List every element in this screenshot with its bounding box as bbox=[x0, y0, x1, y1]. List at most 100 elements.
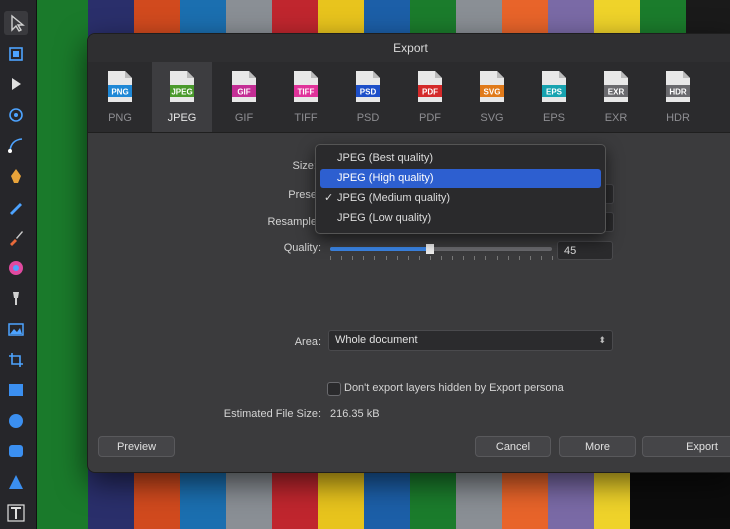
slider-thumb[interactable] bbox=[425, 244, 434, 254]
point-transform-icon[interactable] bbox=[4, 103, 28, 127]
preset-menu: JPEG (Best quality) JPEG (High quality) ✓ J… bbox=[315, 144, 606, 234]
cancel-button[interactable]: Cancel bbox=[475, 436, 551, 457]
svg-text:PNG: PNG bbox=[111, 88, 128, 97]
svg-text:GIF: GIF bbox=[237, 88, 250, 97]
format-tiff[interactable]: TIFF TIFF bbox=[276, 62, 336, 132]
preset-option[interactable]: JPEG (Best quality) bbox=[320, 149, 601, 168]
slider-tick bbox=[452, 256, 454, 260]
node-tool-icon[interactable] bbox=[4, 72, 28, 96]
rounded-rect-tool-icon[interactable] bbox=[4, 439, 28, 463]
format-gif[interactable]: GIF GIF bbox=[214, 62, 274, 132]
more-button[interactable]: More bbox=[559, 436, 636, 457]
area-select[interactable]: Whole document ⬍ bbox=[328, 330, 613, 351]
file-gif-icon: GIF bbox=[231, 70, 257, 103]
slider-fill bbox=[330, 247, 430, 251]
svg-text:JPEG: JPEG bbox=[171, 88, 192, 97]
format-label: GIF bbox=[234, 112, 254, 124]
triangle-tool-icon[interactable] bbox=[4, 470, 28, 494]
slider-tick bbox=[374, 256, 376, 260]
file-jpeg-icon: JPEG bbox=[169, 70, 195, 103]
brush-tool-icon[interactable] bbox=[4, 225, 28, 249]
slider-tick bbox=[496, 256, 498, 260]
slider-tick bbox=[485, 256, 487, 260]
file-tiff-icon: TIFF bbox=[293, 70, 319, 103]
slider-tick bbox=[330, 256, 331, 260]
pen-tool-icon[interactable] bbox=[4, 164, 28, 188]
format-psd[interactable]: PSD PSD bbox=[338, 62, 398, 132]
format-pdf[interactable]: PDF PDF bbox=[400, 62, 460, 132]
format-svg[interactable]: SVG SVG bbox=[462, 62, 522, 132]
color-picker-icon[interactable] bbox=[4, 256, 28, 280]
hidden-layers-checkbox[interactable] bbox=[327, 382, 341, 396]
format-hdr[interactable]: HDR HDR bbox=[648, 62, 708, 132]
preset-option[interactable]: JPEG (Low quality) bbox=[320, 209, 601, 228]
format-label: SVG bbox=[480, 112, 504, 124]
resample-label: Resample bbox=[267, 216, 317, 228]
canvas-stripe-green bbox=[36, 0, 88, 529]
svg-text:TIFF: TIFF bbox=[298, 88, 315, 97]
canvas-photo bbox=[630, 470, 730, 529]
corner-tool-icon[interactable] bbox=[4, 133, 28, 157]
slider-tick bbox=[474, 256, 476, 260]
format-label: PNG bbox=[108, 112, 132, 124]
file-svg-icon: SVG bbox=[479, 70, 505, 103]
file-psd-icon: PSD bbox=[355, 70, 381, 103]
format-exr[interactable]: EXR EXR bbox=[586, 62, 646, 132]
place-image-icon[interactable] bbox=[4, 317, 28, 341]
preset-option[interactable]: ✓ JPEG (Medium quality) bbox=[320, 189, 601, 208]
svg-text:PDF: PDF bbox=[422, 88, 438, 97]
export-dialog: Export PNG PNG JPEG JPEG GIF GIF TIFF TIFF PSD PS… bbox=[87, 33, 730, 473]
format-label: PDF bbox=[419, 112, 441, 124]
format-label: EXR bbox=[604, 112, 628, 124]
slider-tick bbox=[518, 256, 520, 260]
file-hdr-icon: HDR bbox=[665, 70, 691, 103]
file-size-label: Estimated File Size: bbox=[223, 408, 321, 420]
svg-text:EPS: EPS bbox=[546, 88, 563, 97]
preset-option-label: JPEG (High quality) bbox=[337, 172, 434, 184]
pencil-tool-icon[interactable] bbox=[4, 195, 28, 219]
format-label: EPS bbox=[542, 112, 565, 124]
slider-tick bbox=[507, 256, 509, 260]
crop-tool-icon[interactable] bbox=[4, 348, 28, 372]
slider-tick bbox=[441, 256, 442, 260]
preset-option[interactable]: JPEG (High quality) bbox=[320, 169, 601, 188]
preset-label: Prese bbox=[288, 189, 317, 201]
updown-chevron-icon: ⬍ bbox=[598, 335, 606, 345]
format-label: PSD bbox=[356, 112, 380, 124]
svg-text:HDR: HDR bbox=[669, 88, 687, 97]
format-jpeg[interactable]: JPEG JPEG bbox=[152, 62, 212, 132]
quality-label: Quality: bbox=[283, 242, 321, 254]
slider-tick bbox=[540, 256, 542, 260]
text-tool-icon[interactable] bbox=[4, 501, 28, 525]
preview-button[interactable]: Preview bbox=[98, 436, 175, 457]
area-label: Area: bbox=[294, 336, 321, 348]
slider-tick bbox=[341, 256, 343, 260]
file-png-icon: PNG bbox=[107, 70, 133, 103]
export-button[interactable]: Export bbox=[642, 436, 730, 457]
fill-tool-icon[interactable] bbox=[4, 286, 28, 310]
preset-option-label: JPEG (Low quality) bbox=[337, 212, 432, 224]
format-png[interactable]: PNG PNG bbox=[90, 62, 150, 132]
rectangle-tool-icon[interactable] bbox=[4, 378, 28, 402]
format-label: HDR bbox=[666, 112, 690, 124]
checkmark-icon: ✓ bbox=[324, 192, 334, 204]
svg-text:PSD: PSD bbox=[360, 88, 377, 97]
format-bar: PNG PNG JPEG JPEG GIF GIF TIFF TIFF PSD PSD PDF PDF… bbox=[88, 62, 730, 133]
preset-option-label: JPEG (Medium quality) bbox=[337, 192, 451, 204]
slider-tick bbox=[552, 256, 553, 260]
quality-input[interactable]: 45 bbox=[557, 241, 613, 260]
hidden-layers-label: Don't export layers hidden by Export per… bbox=[344, 382, 564, 394]
slider-tick bbox=[396, 256, 398, 260]
size-label: Size: bbox=[292, 160, 317, 172]
slider-tick bbox=[463, 256, 465, 260]
format-eps[interactable]: EPS EPS bbox=[524, 62, 584, 132]
area-value: Whole document bbox=[335, 334, 418, 346]
slider-tick bbox=[363, 256, 365, 260]
ellipse-tool-icon[interactable] bbox=[4, 409, 28, 433]
file-exr-icon: EXR bbox=[603, 70, 629, 103]
artboard-tool-icon[interactable] bbox=[4, 42, 28, 66]
move-tool-icon[interactable] bbox=[4, 11, 28, 35]
slider-tick bbox=[429, 256, 431, 260]
file-size-value: 216.35 kB bbox=[330, 408, 380, 420]
svg-text:SVG: SVG bbox=[484, 88, 501, 97]
